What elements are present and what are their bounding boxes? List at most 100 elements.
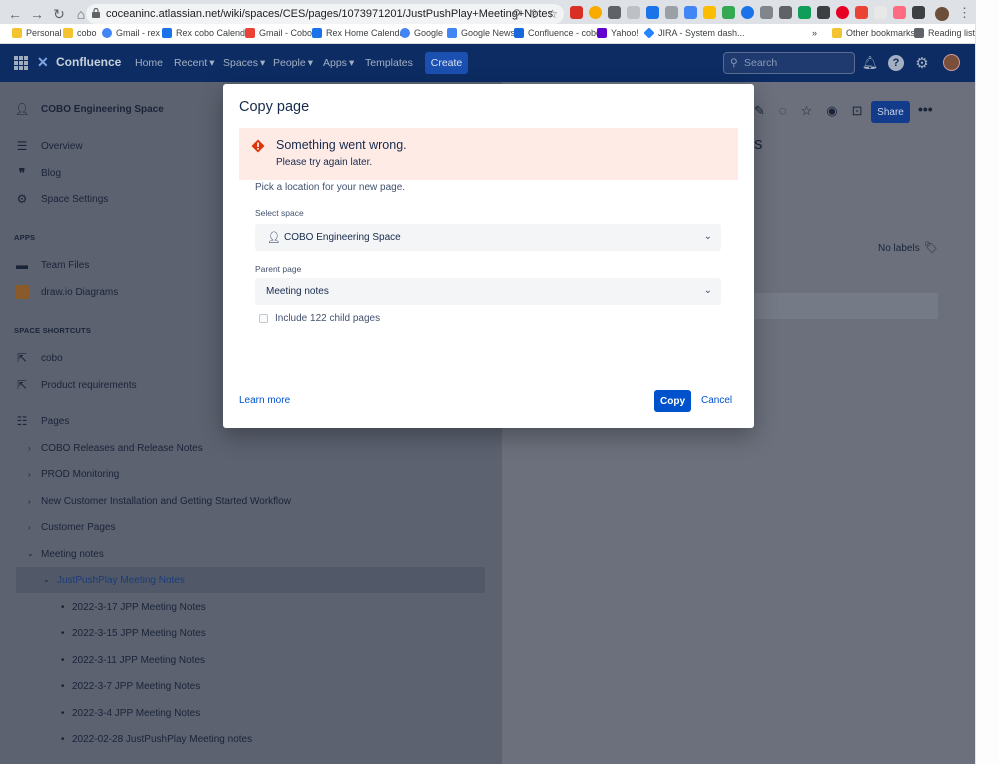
create-button[interactable]: Create — [425, 52, 468, 74]
confluence-logo[interactable]: ✕ Confluence — [37, 55, 121, 69]
address-bar[interactable]: coceaninc.atlassian.net/wiki/spaces/CES/… — [86, 4, 564, 24]
extension-icon[interactable] — [779, 6, 792, 19]
back-icon[interactable]: ← — [6, 5, 24, 23]
nav-apps[interactable]: Apps ▾ — [323, 57, 354, 69]
gear-icon: ⚙ — [16, 192, 28, 206]
parent-page-select[interactable]: Meeting notes ⌄ — [255, 278, 721, 305]
help-icon[interactable]: ? — [888, 55, 904, 71]
pinterest-extension-icon[interactable] — [836, 6, 849, 19]
sidebar-item-space-settings[interactable]: Space Settings — [41, 194, 108, 205]
more-bookmarks-icon[interactable]: » — [812, 28, 817, 38]
reload-icon[interactable]: ↻ — [50, 5, 68, 23]
shortcut-product-requirements[interactable]: Product requirements — [41, 380, 137, 391]
extension-icon[interactable] — [684, 6, 697, 19]
bookmark-item[interactable]: Gmail - Cobo — [245, 28, 312, 38]
edit-icon[interactable]: ✎ — [754, 103, 765, 119]
sidebar-item-team-files[interactable]: Team Files — [41, 260, 89, 271]
child-page[interactable]: 2022-3-4 JPP Meeting Notes — [72, 708, 200, 719]
learn-more-link[interactable]: Learn more — [239, 395, 290, 406]
extension-icon[interactable] — [874, 6, 887, 19]
chevron-down-icon[interactable]: ⌄ — [43, 575, 50, 584]
extension-icon[interactable] — [665, 6, 678, 19]
tree-item[interactable]: Customer Pages — [41, 522, 115, 533]
watch-icon[interactable]: ◉ — [826, 103, 837, 119]
search-input[interactable]: ⚲ Search — [723, 52, 855, 74]
bookmark-item[interactable]: JIRA - System dash... — [643, 27, 745, 39]
chevron-down-icon[interactable]: ⌄ — [27, 549, 34, 558]
extension-icon[interactable] — [703, 6, 716, 19]
extension-icon[interactable] — [646, 6, 659, 19]
chevron-right-icon[interactable]: › — [28, 470, 31, 479]
extension-icon[interactable] — [608, 6, 621, 19]
sidebar-item-blog[interactable]: Blog — [41, 168, 61, 179]
tree-item[interactable]: Meeting notes — [41, 549, 104, 560]
pick-location-text: Pick a location for your new page. — [255, 182, 406, 193]
nav-spaces[interactable]: Spaces ▾ — [223, 57, 265, 69]
sidebar-item-pages[interactable]: Pages — [41, 416, 69, 427]
bookmark-item[interactable]: Rex Home Calendar — [312, 28, 408, 38]
sidebar-item-drawio[interactable]: draw.io Diagrams — [41, 287, 118, 298]
app-switcher-icon[interactable] — [14, 56, 28, 70]
nav-home[interactable]: Home — [135, 57, 163, 69]
chevron-right-icon[interactable]: › — [28, 497, 31, 506]
extension-icon[interactable] — [760, 6, 773, 19]
cancel-button[interactable]: Cancel — [701, 395, 732, 406]
nav-templates[interactable]: Templates — [365, 57, 413, 69]
extension-icon[interactable] — [722, 6, 735, 19]
copy-button[interactable]: Copy — [654, 390, 691, 412]
bookmark-star-icon[interactable]: ☆ — [547, 7, 558, 21]
chevron-right-icon[interactable]: › — [28, 444, 31, 453]
bookmark-item[interactable]: Google News — [447, 28, 515, 38]
star-icon[interactable]: ☆ — [801, 103, 813, 119]
bookmark-item[interactable]: Confluence - cobo — [514, 28, 601, 38]
zoom-icon[interactable]: ⚲ — [512, 7, 521, 21]
extension-icon[interactable] — [893, 6, 906, 19]
extension-icon[interactable] — [817, 6, 830, 19]
tree-item[interactable]: COBO Releases and Release Notes — [41, 443, 203, 454]
puzzle-extensions-icon[interactable] — [912, 6, 925, 19]
avatar[interactable] — [943, 54, 960, 71]
nav-people[interactable]: People ▾ — [273, 57, 313, 69]
tree-item[interactable]: New Customer Installation and Getting St… — [41, 496, 291, 507]
sidebar-item-overview[interactable]: Overview — [41, 141, 83, 152]
profile-avatar[interactable] — [935, 7, 949, 21]
extension-icon[interactable] — [741, 6, 754, 19]
chevron-right-icon[interactable]: › — [28, 523, 31, 532]
share-button[interactable]: Share — [871, 101, 910, 123]
gear-icon[interactable]: ⚙ — [914, 55, 930, 72]
include-children-row[interactable]: Include 122 child pages — [259, 313, 380, 324]
forward-icon[interactable]: → — [28, 5, 46, 23]
gmail-extension-icon[interactable] — [570, 6, 583, 19]
child-page[interactable]: 2022-3-11 JPP Meeting Notes — [72, 655, 205, 666]
shortcut-cobo[interactable]: cobo — [41, 353, 63, 364]
share-url-icon[interactable]: ⇪ — [529, 7, 539, 21]
tree-item-selected[interactable]: JustPushPlay Meeting Notes — [57, 575, 185, 586]
bookmark-item[interactable]: Rex cobo Calendar — [162, 28, 253, 38]
nav-recent[interactable]: Recent ▾ — [174, 57, 215, 69]
reading-list-button[interactable]: Reading list — [914, 28, 975, 38]
more-actions-icon[interactable]: ••• — [918, 101, 933, 117]
child-page[interactable]: 2022-02-28 JustPushPlay Meeting notes — [72, 734, 252, 745]
bookmark-item[interactable]: Gmail - rex — [102, 28, 160, 38]
bookmark-item[interactable]: Google — [400, 28, 443, 38]
restrictions-icon[interactable]: ⊡ — [852, 103, 863, 119]
tree-item[interactable]: PROD Monitoring — [41, 469, 119, 480]
extension-icon[interactable] — [798, 6, 811, 19]
bookmark-item[interactable]: Other bookmarks — [832, 28, 915, 38]
extension-icon[interactable] — [855, 6, 868, 19]
space-name[interactable]: COBO Engineering Space — [41, 104, 164, 115]
bookmark-item[interactable]: Yahoo! — [597, 28, 639, 38]
browser-menu-icon[interactable]: ⋮ — [958, 5, 971, 21]
bookmark-item[interactable]: cobo — [63, 28, 97, 38]
extension-icon[interactable] — [589, 6, 602, 19]
extension-icon[interactable] — [627, 6, 640, 19]
notifications-icon[interactable]: 🔔︎ — [862, 55, 879, 71]
child-page[interactable]: 2022-3-15 JPP Meeting Notes — [72, 628, 206, 639]
comment-icon[interactable]: ◌ — [779, 103, 787, 119]
child-page[interactable]: 2022-3-7 JPP Meeting Notes — [72, 681, 200, 692]
include-children-checkbox[interactable] — [259, 314, 268, 323]
bookmark-item[interactable]: Personal — [12, 28, 62, 38]
space-select[interactable]: 👤︎ COBO Engineering Space ⌄ — [255, 224, 721, 251]
child-page[interactable]: 2022-3-17 JPP Meeting Notes — [72, 602, 206, 613]
label-tag-icon[interactable]: 🏷︎ — [924, 241, 938, 254]
